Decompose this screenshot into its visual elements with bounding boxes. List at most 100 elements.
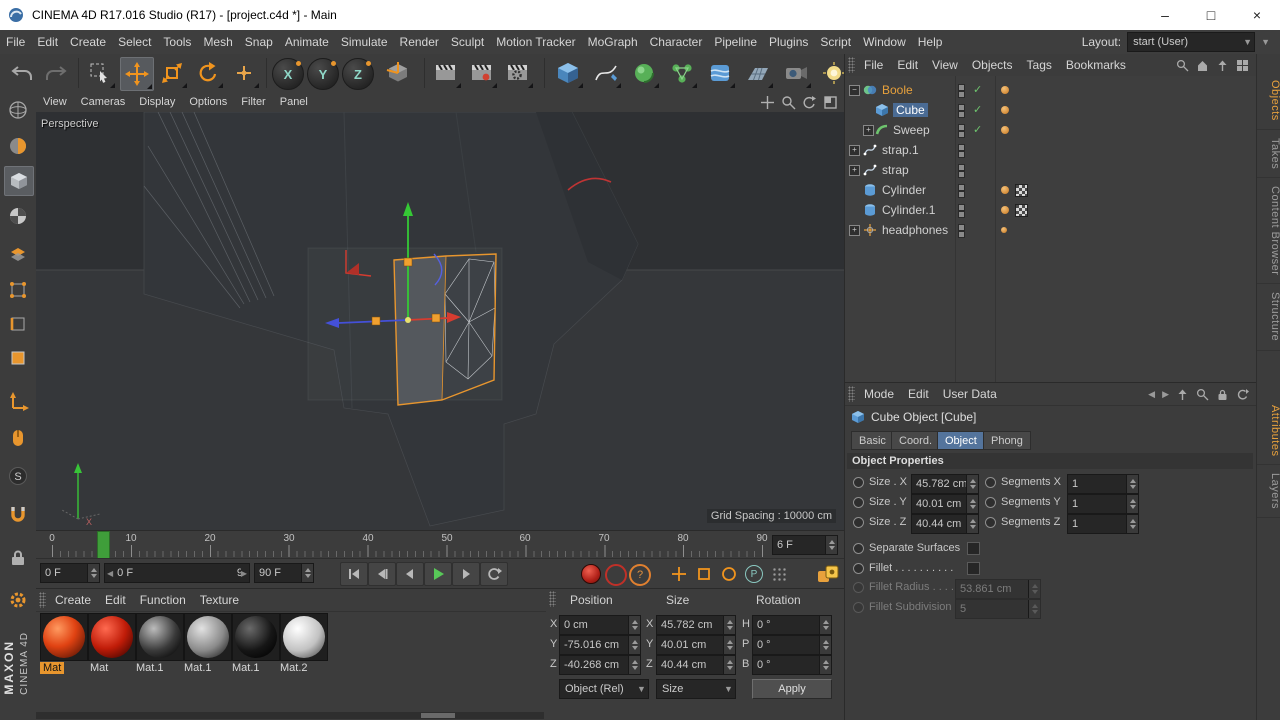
om-menu-view[interactable]: View: [925, 58, 965, 72]
mat-menu-edit[interactable]: Edit: [98, 593, 133, 607]
rotation-p-field[interactable]: 0 °: [752, 635, 832, 655]
stepper[interactable]: [966, 475, 978, 493]
menu-select[interactable]: Select: [112, 35, 157, 49]
preview-range-slider[interactable]: ◀ 0 F 90 F ▶: [104, 563, 250, 583]
object-row-strap[interactable]: + strap: [845, 160, 1257, 180]
tab-content-browser[interactable]: Content Browser: [1257, 178, 1280, 285]
size-y-field[interactable]: 40.01 cm: [911, 494, 979, 514]
animation-dot[interactable]: [853, 497, 864, 508]
stepper[interactable]: [819, 656, 831, 674]
visibility-dot[interactable]: [958, 224, 965, 231]
next-frame-button[interactable]: [452, 562, 480, 586]
keyframe-selection-button[interactable]: ?: [629, 564, 651, 586]
stepper[interactable]: [1126, 475, 1138, 493]
home-icon[interactable]: [1196, 59, 1209, 72]
object-row-cylinder1[interactable]: Cylinder.1: [845, 200, 1257, 220]
texture-mode-button[interactable]: [4, 202, 32, 230]
render-picture-viewer-button[interactable]: [466, 57, 498, 89]
minimize-button[interactable]: –: [1142, 0, 1188, 30]
visibility-dot[interactable]: [958, 91, 965, 98]
undo-view-button[interactable]: [4, 96, 32, 124]
mat-menu-texture[interactable]: Texture: [193, 593, 246, 607]
visibility-dot[interactable]: [958, 124, 965, 131]
menu-file[interactable]: File: [0, 35, 31, 49]
attr-menu-edit[interactable]: Edit: [901, 387, 936, 401]
rotation-b-field[interactable]: 0 °: [752, 655, 832, 675]
viewport[interactable]: X Perspective Grid Spacing : 10000 cm: [36, 112, 844, 530]
visibility-dot[interactable]: [958, 144, 965, 151]
expander-icon[interactable]: +: [849, 225, 860, 236]
panel-drag-handle[interactable]: [549, 591, 556, 607]
apply-button[interactable]: Apply: [752, 679, 832, 699]
expander-icon[interactable]: −: [849, 85, 860, 96]
object-row-cube[interactable]: Cube ✓: [845, 100, 1257, 120]
record-keyframe-button[interactable]: [581, 564, 601, 584]
search-icon[interactable]: [1176, 59, 1189, 72]
add-simulate-button[interactable]: [704, 57, 736, 89]
om-menu-tags[interactable]: Tags: [1020, 58, 1059, 72]
material-thumbnail[interactable]: [136, 613, 184, 661]
vp-menu-cameras[interactable]: Cameras: [74, 96, 133, 108]
visibility-dot[interactable]: [958, 171, 965, 178]
size-z-field[interactable]: 40.44 cm: [911, 514, 979, 534]
menu-render[interactable]: Render: [394, 35, 445, 49]
visibility-dot[interactable]: [958, 131, 965, 138]
range-end-field[interactable]: 90 F: [254, 563, 314, 583]
om-menu-edit[interactable]: Edit: [890, 58, 925, 72]
tab-takes[interactable]: Takes: [1257, 130, 1280, 179]
axis-mode-button[interactable]: [4, 388, 32, 416]
display-tag-icon[interactable]: [1001, 227, 1007, 233]
vp-menu-panel[interactable]: Panel: [273, 96, 315, 108]
magnet-snap-button[interactable]: [4, 500, 32, 528]
layout-grid-icon[interactable]: [1236, 59, 1249, 72]
om-menu-file[interactable]: File: [857, 58, 890, 72]
live-selection-button[interactable]: [84, 57, 116, 89]
expander-icon[interactable]: +: [863, 125, 874, 136]
object-row-headphones[interactable]: + headphones: [845, 220, 1257, 240]
segments-y-field[interactable]: 1: [1067, 494, 1139, 514]
current-frame-field[interactable]: 6 F: [772, 535, 838, 555]
phong-tag-icon[interactable]: [1001, 126, 1009, 134]
add-spline-pen-button[interactable]: [590, 57, 622, 89]
autokey-objects-button[interactable]: [814, 563, 844, 585]
points-mode-button[interactable]: [4, 276, 32, 304]
visibility-dot[interactable]: [958, 111, 965, 118]
tab-coord[interactable]: Coord.: [891, 431, 941, 450]
stepper[interactable]: [819, 636, 831, 654]
pan-view-icon[interactable]: [760, 95, 775, 110]
menu-edit[interactable]: Edit: [31, 35, 64, 49]
stepper[interactable]: [966, 515, 978, 533]
expander-icon[interactable]: +: [849, 165, 860, 176]
stepper[interactable]: [819, 616, 831, 634]
close-button[interactable]: ×: [1234, 0, 1280, 30]
add-generator-button[interactable]: [628, 57, 660, 89]
tab-structure[interactable]: Structure: [1257, 284, 1280, 351]
visibility-dot[interactable]: [958, 231, 965, 238]
workplane-settings-button[interactable]: [4, 586, 32, 614]
move-tool-button[interactable]: [120, 57, 154, 91]
menu-mesh[interactable]: Mesh: [197, 35, 238, 49]
attr-menu-mode[interactable]: Mode: [857, 387, 901, 401]
menu-create[interactable]: Create: [64, 35, 112, 49]
autokey-button[interactable]: [605, 564, 627, 586]
menu-plugins[interactable]: Plugins: [763, 35, 814, 49]
stepper[interactable]: [628, 656, 640, 674]
rotate-tool-button[interactable]: [192, 57, 224, 89]
phong-tag-icon[interactable]: [1001, 186, 1009, 194]
object-row-cylinder[interactable]: Cylinder: [845, 180, 1257, 200]
visibility-dot[interactable]: [958, 184, 965, 191]
edges-mode-button[interactable]: [4, 310, 32, 338]
vp-menu-options[interactable]: Options: [182, 96, 234, 108]
stepper[interactable]: [723, 616, 735, 634]
separate-surfaces-checkbox[interactable]: [967, 542, 980, 555]
tab-objects[interactable]: Objects: [1257, 72, 1280, 130]
material-thumbnail[interactable]: [232, 613, 280, 661]
tab-phong[interactable]: Phong: [983, 431, 1031, 450]
tab-attributes[interactable]: Attributes: [1257, 397, 1280, 466]
coordinate-system-button[interactable]: [382, 57, 414, 89]
animation-dot[interactable]: [853, 477, 864, 488]
position-z-field[interactable]: -40.268 cm: [559, 655, 641, 675]
menu-pipeline[interactable]: Pipeline: [708, 35, 763, 49]
arrow-up-icon[interactable]: [1176, 388, 1189, 401]
visibility-dot[interactable]: [958, 104, 965, 111]
